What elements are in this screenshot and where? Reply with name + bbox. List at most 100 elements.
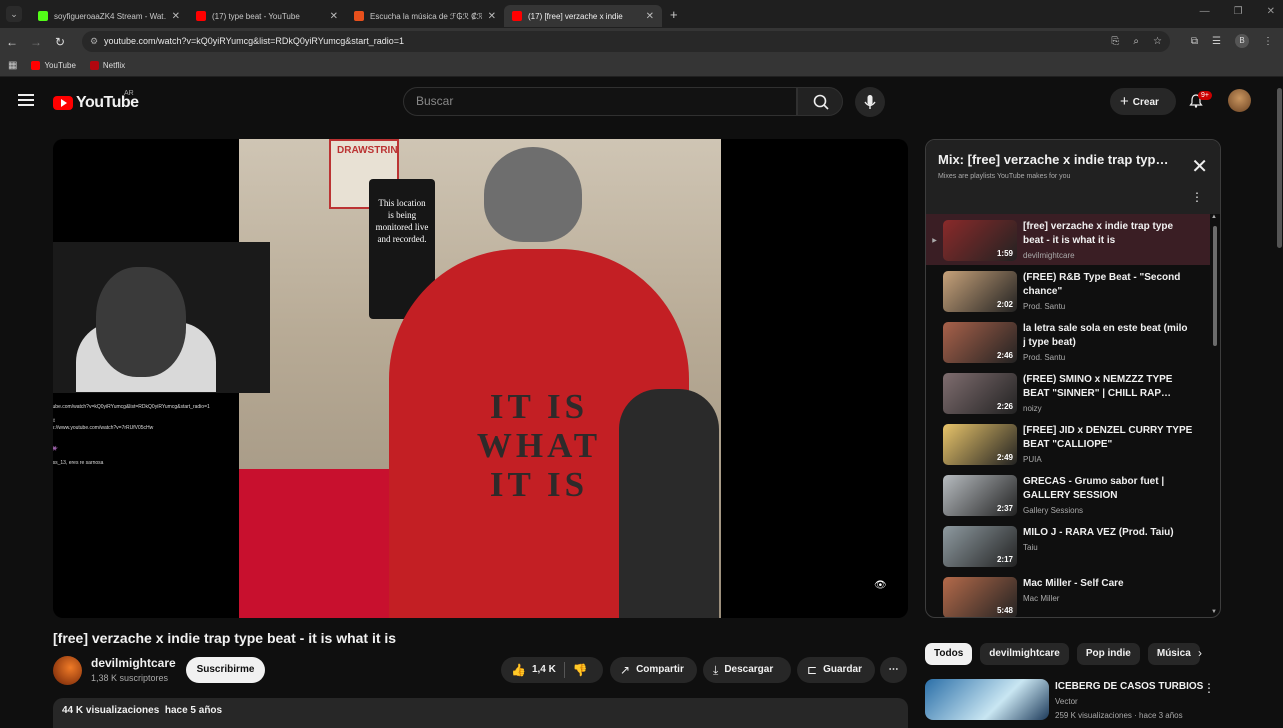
- mix-scrollbar[interactable]: [1213, 226, 1217, 346]
- search-input[interactable]: Buscar: [403, 87, 797, 116]
- reload-icon[interactable]: ↻: [48, 35, 72, 49]
- mix-item-title[interactable]: (FREE) SMINO x NEMZZZ TYPE BEAT "SINNER"…: [1023, 373, 1193, 401]
- mix-item[interactable]: ▶ 1:59 [free] verzache x indie trap type…: [926, 214, 1210, 265]
- mix-item-thumbnail[interactable]: 2:37: [943, 475, 1017, 516]
- bookmark-netflix[interactable]: Netflix: [89, 61, 125, 70]
- new-tab-button[interactable]: +: [670, 7, 678, 22]
- mix-item[interactable]: 2:17 MILO J - RARA VEZ (Prod. Taiu) Taiu: [926, 520, 1210, 571]
- mix-item-thumbnail[interactable]: 2:02: [943, 271, 1017, 312]
- bookmark-star-icon[interactable]: ☆: [1153, 31, 1162, 52]
- create-button[interactable]: + Crear: [1110, 88, 1176, 115]
- profile-avatar[interactable]: B: [1235, 34, 1249, 48]
- mix-item-thumbnail[interactable]: 2:26: [943, 373, 1017, 414]
- cast-icon[interactable]: ⎘: [1111, 31, 1119, 52]
- tab-close-icon[interactable]: ✕: [172, 11, 180, 22]
- mix-item-title[interactable]: [FREE] JID x DENZEL CURRY TYPE BEAT "CAL…: [1023, 424, 1193, 452]
- visibility-icon[interactable]: 👁: [874, 580, 887, 591]
- url-field[interactable]: ⚙ youtube.com/watch?v=kQ0yiRYumcg&list=R…: [82, 31, 1170, 52]
- mix-menu-icon[interactable]: ⋮: [1191, 190, 1203, 204]
- search-button[interactable]: [797, 87, 843, 116]
- recommended-thumbnail[interactable]: [925, 679, 1049, 720]
- page-scrollbar[interactable]: [1277, 88, 1282, 248]
- mix-item-thumbnail[interactable]: 5:48: [943, 577, 1017, 617]
- menu-icon[interactable]: [18, 94, 34, 106]
- mix-item-title[interactable]: MILO J - RARA VEZ (Prod. Taiu): [1023, 526, 1193, 540]
- like-count[interactable]: 1,4 K: [532, 657, 556, 683]
- download-button[interactable]: ⤓ Descargar: [703, 657, 791, 683]
- zoom-icon[interactable]: ⌕: [1133, 31, 1139, 52]
- channel-avatar[interactable]: [53, 656, 82, 685]
- more-dots-icon: ⋯: [888, 664, 899, 675]
- tab-close-icon[interactable]: ✕: [646, 11, 654, 22]
- mix-title[interactable]: Mix: [free] verzache x indie trap typ…: [938, 152, 1180, 167]
- browser-tab[interactable]: Escucha la música de ℱ₲ℛ ₡ℛA… ✕: [346, 5, 504, 27]
- save-button[interactable]: ⊏ Guardar: [797, 657, 875, 683]
- mix-item[interactable]: 2:26 (FREE) SMINO x NEMZZZ TYPE BEAT "SI…: [926, 367, 1210, 418]
- mix-item[interactable]: 2:46 la letra sale sola en este beat (mi…: [926, 316, 1210, 367]
- back-icon[interactable]: ←: [0, 35, 24, 49]
- mix-item[interactable]: 2:37 GRECAS - Grumo sabor fuet | GALLERY…: [926, 469, 1210, 520]
- tab-close-icon[interactable]: ✕: [330, 11, 338, 22]
- mix-item-title[interactable]: GRECAS - Grumo sabor fuet | GALLERY SESS…: [1023, 475, 1193, 503]
- bookmark-youtube[interactable]: YouTube: [31, 61, 76, 70]
- filter-chip[interactable]: devilmightcare: [980, 643, 1069, 665]
- mix-item[interactable]: 2:02 (FREE) R&B Type Beat - "Second chan…: [926, 265, 1210, 316]
- reading-list-icon[interactable]: ☰: [1212, 36, 1221, 47]
- account-avatar[interactable]: [1228, 89, 1251, 112]
- voice-search-button[interactable]: [855, 87, 885, 117]
- like-icon[interactable]: 👍: [511, 657, 526, 683]
- subscribe-button[interactable]: Suscribirme: [186, 657, 265, 683]
- restore-icon[interactable]: ❐: [1234, 6, 1243, 17]
- tab-close-icon[interactable]: ✕: [488, 11, 496, 22]
- extensions-area: ⧉ ☰ B ⋮: [1191, 34, 1273, 48]
- channel-name[interactable]: devilmightcare: [91, 656, 176, 670]
- mix-item-title[interactable]: la letra sale sola en este beat (milo j …: [1023, 322, 1193, 350]
- mix-item-thumbnail[interactable]: 2:49: [943, 424, 1017, 465]
- recommended-menu-icon[interactable]: ⋮: [1203, 681, 1215, 695]
- apps-grid-icon[interactable]: ▦: [8, 60, 17, 71]
- browser-tab[interactable]: (17) [free] verzache x indie ✕: [504, 5, 662, 27]
- mix-item-thumbnail[interactable]: 2:17: [943, 526, 1017, 567]
- chat-text: 👾 👾 👾 👾: [53, 446, 58, 452]
- chevron-right-icon[interactable]: ›: [1198, 646, 1202, 660]
- search-icon: [813, 94, 829, 110]
- scroll-up-icon[interactable]: ▲: [1211, 214, 1217, 220]
- site-info-icon[interactable]: ⚙: [90, 31, 98, 52]
- close-icon[interactable]: ✕: [1191, 154, 1208, 179]
- view-count: 44 K visualizaciones: [62, 705, 160, 716]
- mix-item-thumbnail[interactable]: 1:59: [943, 220, 1017, 261]
- mix-item-title[interactable]: [free] verzache x indie trap type beat -…: [1023, 220, 1193, 248]
- tab-search-icon[interactable]: ⌄: [6, 6, 22, 22]
- minimize-icon[interactable]: —: [1200, 6, 1210, 17]
- share-button[interactable]: ↗ Compartir: [610, 657, 697, 683]
- close-window-icon[interactable]: ✕: [1267, 6, 1275, 17]
- country-code: AR: [124, 90, 134, 97]
- dislike-icon[interactable]: 👎: [573, 657, 588, 683]
- recommended-title[interactable]: ICEBERG DE CASOS TURBIOS: [1055, 681, 1203, 692]
- mix-item-duration: 2:02: [996, 300, 1013, 309]
- browser-menu-icon[interactable]: ⋮: [1263, 36, 1273, 47]
- mix-item-title[interactable]: (FREE) R&B Type Beat - "Second chance": [1023, 271, 1193, 299]
- mix-item-duration: 2:17: [996, 555, 1013, 564]
- forward-icon[interactable]: →: [24, 35, 48, 49]
- recommended-video[interactable]: ICEBERG DE CASOS TURBIOS Vector 259 K vi…: [925, 679, 1221, 720]
- browser-tab[interactable]: soyfigueroaaZK4 Stream - Wat… ✕: [30, 5, 188, 27]
- mix-item-duration: 2:49: [996, 453, 1013, 462]
- filter-chip[interactable]: Pop indie: [1076, 643, 1140, 665]
- mix-item-title[interactable]: Mac Miller - Self Care: [1023, 577, 1193, 591]
- mix-item[interactable]: 5:48 Mac Miller - Self Care Mac Miller: [926, 571, 1210, 617]
- mix-item[interactable]: 2:49 [FREE] JID x DENZEL CURRY TYPE BEAT…: [926, 418, 1210, 469]
- video-player[interactable]: DRAWSTRIN This location is being monitor…: [53, 139, 908, 618]
- more-actions-button[interactable]: ⋯: [880, 657, 907, 683]
- mix-item-thumbnail[interactable]: 2:46: [943, 322, 1017, 363]
- filter-chip[interactable]: Todos: [925, 643, 973, 665]
- like-dislike-group: 👍 1,4 K 👎: [501, 657, 603, 683]
- scroll-down-icon[interactable]: ▼: [1211, 609, 1217, 615]
- description-box[interactable]: 44 K visualizaciones hace 5 años: [53, 698, 908, 728]
- youtube-play-icon: [53, 96, 73, 110]
- extensions-icon[interactable]: ⧉: [1191, 36, 1198, 47]
- filter-chip[interactable]: Música: [1147, 643, 1200, 665]
- recommended-channel[interactable]: Vector: [1055, 697, 1078, 706]
- browser-tab[interactable]: (17) type beat - YouTube ✕: [188, 5, 346, 27]
- jacket-arm: [619, 389, 719, 618]
